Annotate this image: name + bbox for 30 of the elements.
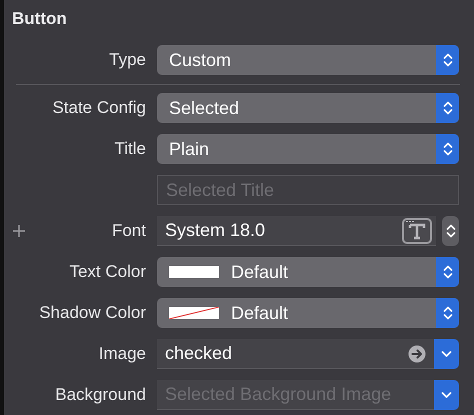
color-popup-button[interactable]: Default bbox=[157, 298, 459, 328]
font-picker-icon[interactable] bbox=[402, 218, 432, 244]
arrow-circle-icon[interactable] bbox=[408, 344, 426, 362]
up-down-chevron-icon bbox=[442, 305, 452, 321]
popup-button[interactable]: Plain bbox=[157, 134, 459, 164]
plus-icon[interactable] bbox=[12, 224, 26, 238]
image-name-field[interactable]: checked bbox=[157, 339, 434, 369]
field-label: Image bbox=[98, 344, 146, 364]
dropdown-button[interactable] bbox=[434, 380, 459, 410]
field-label: State Config bbox=[52, 98, 146, 118]
field-label: Text Color bbox=[69, 262, 146, 282]
stepper[interactable] bbox=[442, 216, 459, 246]
up-down-chevron-icon bbox=[442, 141, 452, 157]
field-label: Font bbox=[112, 221, 146, 241]
section-title: Button bbox=[11, 8, 68, 30]
field-label: Type bbox=[109, 50, 146, 70]
field-label: Background bbox=[55, 385, 146, 405]
up-down-chevron-icon bbox=[442, 100, 452, 116]
color-popup-button[interactable]: Default bbox=[157, 257, 459, 287]
dropdown-button[interactable] bbox=[434, 339, 459, 369]
chevron-down-icon bbox=[441, 350, 452, 358]
up-down-chevron-icon bbox=[442, 264, 452, 280]
up-down-chevron-icon bbox=[442, 52, 452, 68]
field-label: Shadow Color bbox=[39, 303, 146, 323]
up-down-chevron-icon bbox=[446, 223, 456, 239]
popup-button[interactable]: Custom bbox=[157, 45, 459, 75]
font-field[interactable]: System 18.0 bbox=[157, 216, 436, 246]
field-label: Title bbox=[114, 139, 146, 159]
popup-button[interactable]: Selected bbox=[157, 93, 459, 123]
chevron-down-icon bbox=[441, 391, 452, 399]
